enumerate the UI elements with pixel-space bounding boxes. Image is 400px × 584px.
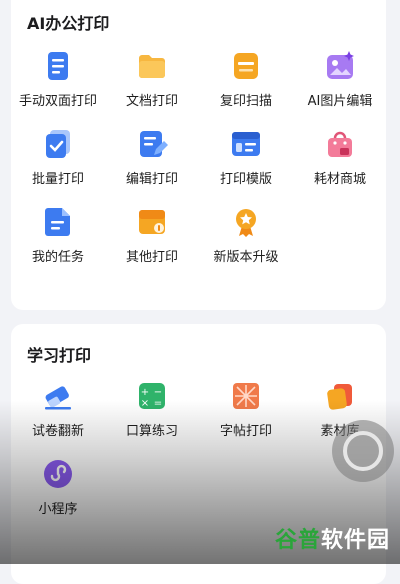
copybook-print-button[interactable]: 字帖打印 [199, 380, 293, 452]
office-print-card: AI办公打印 手动双面打印 文档打印 复印扫描 AI图片编辑 批量打印 编辑打印… [11, 0, 386, 310]
svg-text:−: − [154, 387, 162, 398]
calculator-icon: + − × = [139, 383, 165, 409]
batch-print-icon [46, 130, 70, 158]
folder-icon [139, 55, 165, 78]
ai-image-edit-button[interactable]: AI图片编辑 [293, 50, 387, 122]
study-section-title: 学习打印 [27, 346, 92, 365]
item-label: 耗材商城 [313, 172, 366, 187]
my-tasks-button[interactable]: 我的任务 [11, 206, 105, 278]
item-label: AI图片编辑 [307, 94, 373, 109]
item-label: 小程序 [38, 502, 78, 517]
item-label: 新版本升级 [213, 250, 279, 265]
upgrade-medal-icon [236, 209, 256, 237]
copy-scan-icon [234, 53, 258, 79]
mini-program-button[interactable]: 小程序 [11, 458, 105, 530]
other-print-icon [139, 210, 165, 234]
task-document-icon [45, 208, 70, 236]
mini-program-icon [44, 460, 72, 488]
item-label: 字帖打印 [219, 424, 272, 439]
eraser-icon [45, 386, 71, 410]
svg-text:+: + [141, 387, 149, 398]
shopping-bag-icon [328, 131, 352, 157]
assistive-ring-icon [343, 431, 383, 471]
exam-renew-button[interactable]: 试卷翻新 [11, 380, 105, 452]
item-label: 文档打印 [125, 94, 178, 109]
manual-duplex-print-button[interactable]: 手动双面打印 [11, 50, 105, 122]
version-upgrade-button[interactable]: 新版本升级 [199, 206, 293, 278]
edit-print-button[interactable]: 编辑打印 [105, 128, 199, 200]
material-library-icon [327, 384, 352, 410]
item-label: 批量打印 [31, 172, 84, 187]
item-label: 口算练习 [125, 424, 178, 439]
watermark-part-a: 谷普 [274, 528, 321, 553]
copy-scan-button[interactable]: 复印扫描 [199, 50, 293, 122]
svg-text:=: = [154, 398, 162, 409]
batch-print-button[interactable]: 批量打印 [11, 128, 105, 200]
document-print-button[interactable]: 文档打印 [105, 50, 199, 122]
mental-math-button[interactable]: + − × = 口算练习 [105, 380, 199, 452]
item-label: 我的任务 [31, 250, 84, 265]
item-label: 打印模版 [219, 172, 272, 187]
item-label: 复印扫描 [219, 94, 272, 109]
item-label: 试卷翻新 [31, 424, 84, 439]
office-section-title: AI办公打印 [27, 14, 110, 33]
print-template-button[interactable]: 打印模版 [199, 128, 293, 200]
item-label: 手动双面打印 [18, 94, 97, 109]
floating-assistive-button[interactable] [332, 420, 394, 482]
site-watermark: 谷普软件园 [275, 522, 390, 554]
print-template-icon [232, 132, 260, 156]
consumables-store-button[interactable]: 耗材商城 [293, 128, 387, 200]
copybook-icon [233, 383, 259, 409]
manual-duplex-icon [48, 52, 68, 80]
ai-image-edit-icon [327, 51, 354, 79]
watermark-part-b: 软件园 [320, 528, 390, 553]
svg-text:×: × [141, 398, 149, 409]
edit-print-icon [140, 131, 168, 157]
item-label: 其他打印 [125, 250, 178, 265]
other-print-button[interactable]: 其他打印 [105, 206, 199, 278]
item-label: 编辑打印 [125, 172, 178, 187]
